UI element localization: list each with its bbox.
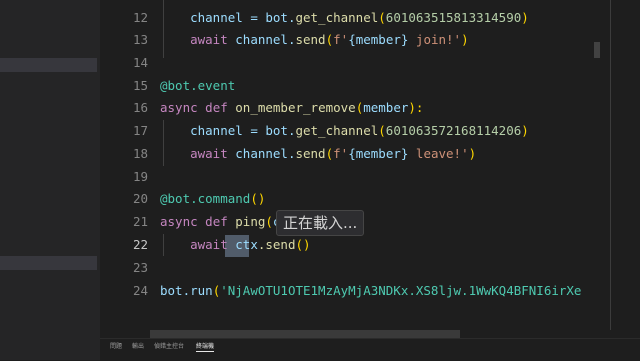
code-token: ( (265, 214, 273, 229)
code-token: send (295, 32, 326, 47)
code-token: 601063515813314590 (385, 10, 522, 25)
line-number: 16 (132, 100, 148, 115)
line-number: 18 (132, 146, 148, 161)
code-token: get_channel (295, 123, 379, 138)
line-number: 24 (132, 283, 148, 298)
code-token: await (190, 146, 228, 161)
code-editor[interactable]: channel = bot.get_channel(60106351581331… (148, 0, 600, 330)
line-number-active: 22 (132, 237, 148, 252)
code-token: ping (235, 214, 266, 229)
line-number-gutter: 12 13 14 15 16 17 18 19 20 21 22 23 24 (100, 0, 148, 330)
code-token: () (295, 237, 311, 252)
code-token: ) (461, 32, 469, 47)
code-line-16[interactable]: async def on_member_remove(member): (160, 97, 423, 119)
code-token: join!' (408, 32, 462, 47)
tab-problems[interactable]: 問題 (110, 343, 122, 351)
line-number: 12 (132, 10, 148, 25)
vertical-scrollbar-area[interactable] (600, 0, 640, 330)
tab-terminal[interactable]: 終端機 (196, 343, 215, 352)
code-token: async (160, 214, 198, 229)
sidebar (0, 0, 100, 360)
code-token: @bot.event (160, 78, 236, 93)
code-token: await (190, 32, 228, 47)
code-line-18[interactable]: await channel.send(f'{member} leave!') (160, 143, 476, 165)
code-token: member (363, 100, 409, 115)
line-number: 15 (132, 78, 148, 93)
code-token: ( (325, 146, 334, 161)
sidebar-highlight-row[interactable] (0, 58, 97, 72)
code-token: ) (521, 123, 529, 138)
code-token: channel = bot. (190, 123, 296, 138)
line-number: 20 (132, 191, 148, 206)
panel-tab-bar: 問題 輸出 偵錯主控台 終端機 (100, 338, 640, 361)
sidebar-highlight-row[interactable] (0, 256, 97, 270)
scrollbar-rule (610, 0, 611, 330)
code-token: bot.run (160, 283, 213, 298)
code-token: ) (468, 146, 477, 161)
code-token: channel. (227, 146, 296, 161)
code-line-22[interactable]: await ctx.send() (160, 234, 311, 256)
code-line-17[interactable]: channel = bot.get_channel(60106357216811… (160, 120, 529, 142)
line-number: 21 (132, 214, 148, 229)
code-token: await (190, 237, 228, 252)
line-number: 19 (132, 169, 148, 184)
code-token: ctx (235, 237, 258, 252)
code-token: leave!' (408, 146, 469, 161)
code-line-24[interactable]: bot.run('NjAwOTU1OTE1MzAyMjA3NDKx.XS8ljw… (160, 280, 581, 302)
vertical-scroll-thumb[interactable] (594, 42, 600, 58)
code-token: () (250, 191, 266, 206)
code-token: {member} (348, 146, 409, 161)
code-line-20[interactable]: @bot.command() (160, 188, 265, 210)
code-token: ( (325, 32, 334, 47)
line-number: 23 (132, 260, 148, 275)
code-token: 601063572168114206 (385, 123, 522, 138)
tab-debug-console[interactable]: 偵錯主控台 (154, 343, 184, 351)
code-line-13[interactable]: await channel.send(f'{member} join!') (160, 29, 469, 51)
code-token: ) (521, 10, 529, 25)
line-number: 17 (132, 123, 148, 138)
code-token: send (295, 146, 326, 161)
code-token: f' (333, 32, 349, 47)
code-token: def (197, 214, 228, 229)
line-number: 13 (132, 32, 148, 47)
code-line-12[interactable]: channel = bot.get_channel(60106351581331… (160, 7, 529, 29)
loading-tooltip: 正在載入... (276, 210, 364, 236)
code-token: {member} (348, 32, 409, 47)
code-token: ( (378, 10, 386, 25)
code-token: channel = bot. (190, 10, 296, 25)
code-token: .send (257, 237, 296, 252)
tab-output[interactable]: 輸出 (132, 343, 144, 351)
code-line-15[interactable]: @bot.event (160, 75, 235, 97)
code-token: 'NjAwOTU1OTE1MzAyMjA3NDKx.XS8ljw.1WwKQ4B… (220, 283, 582, 298)
code-token: ): (408, 100, 424, 115)
code-token: get_channel (295, 10, 379, 25)
line-number: 14 (132, 55, 148, 70)
code-token: async (160, 100, 198, 115)
horizontal-scrollbar[interactable] (150, 330, 460, 338)
code-token: @bot.command (160, 191, 251, 206)
code-token: ( (378, 123, 386, 138)
code-token: on_member_remove (235, 100, 356, 115)
code-token: def (197, 100, 228, 115)
code-token: channel. (227, 32, 296, 47)
code-line-21[interactable]: async def ping(c (160, 211, 280, 233)
code-token: f' (333, 146, 349, 161)
